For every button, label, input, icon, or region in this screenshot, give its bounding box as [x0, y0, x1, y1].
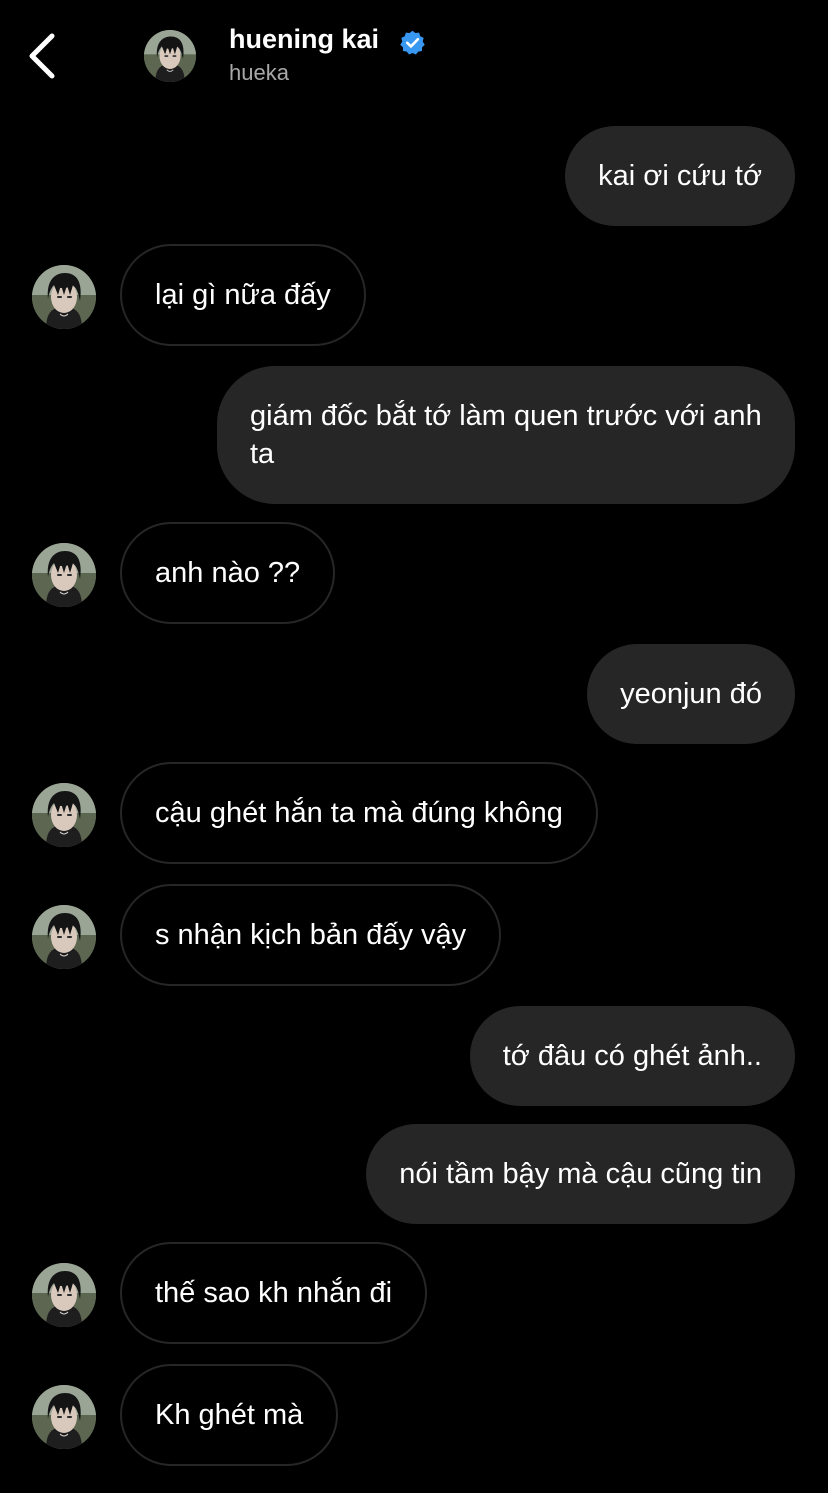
outgoing-message-bubble[interactable]: yeonjun đó [587, 644, 795, 744]
incoming-message-bubble[interactable]: Kh ghét mà [120, 1364, 339, 1466]
sender-avatar[interactable] [32, 543, 96, 607]
outgoing-message-bubble[interactable]: giám đốc bắt tớ làm quen trước với anh t… [217, 366, 795, 504]
sender-avatar[interactable] [32, 1385, 96, 1449]
outgoing-message-bubble[interactable]: tớ đâu có ghét ảnh.. [469, 1006, 795, 1106]
incoming-message-bubble[interactable]: s nhận kịch bản đấy vậy [120, 884, 502, 986]
sender-avatar[interactable] [32, 265, 96, 329]
back-button[interactable] [22, 30, 62, 82]
outgoing-message-bubble[interactable]: nói tầm bậy mà cậu cũng tin [366, 1124, 795, 1224]
contact-username: hueka [229, 60, 289, 85]
chat-header: huening kai hueka [0, 0, 828, 100]
incoming-message-bubble[interactable]: cậu ghét hắn ta mà đúng không [120, 762, 598, 864]
sender-avatar[interactable] [32, 905, 96, 969]
incoming-message-bubble[interactable]: anh nào ?? [120, 522, 336, 624]
sender-avatar[interactable] [32, 783, 96, 847]
contact-display-name[interactable]: huening kai [229, 24, 379, 55]
header-avatar[interactable] [144, 30, 196, 82]
incoming-message-bubble[interactable]: lại gì nữa đấy [120, 244, 366, 346]
verified-badge-icon [400, 30, 425, 55]
sender-avatar[interactable] [32, 1263, 96, 1327]
outgoing-message-bubble[interactable]: kai ơi cứu tớ [565, 126, 795, 226]
chevron-left-icon [29, 33, 55, 79]
incoming-message-bubble[interactable]: thế sao kh nhắn đi [120, 1242, 428, 1344]
